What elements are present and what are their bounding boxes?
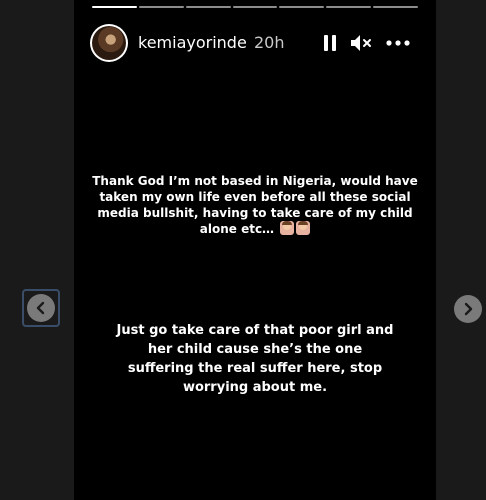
text-line: media bullshit, having to take care of m… <box>97 206 413 220</box>
facepalm-emoji-icon <box>280 221 295 235</box>
more-horizontal-icon[interactable] <box>386 40 410 46</box>
avatar[interactable] <box>90 24 128 62</box>
progress-segment <box>138 6 184 8</box>
pause-icon[interactable] <box>324 35 336 51</box>
chevron-left-icon <box>27 294 55 322</box>
story-controls <box>324 33 410 53</box>
progress-segment <box>185 6 231 8</box>
progress-segment <box>279 6 325 8</box>
story-header: kemiayorinde 20h <box>90 24 420 62</box>
story-text-2: Just go take care of that poor girl and … <box>74 321 436 397</box>
previous-story-button[interactable] <box>22 289 60 327</box>
text-line: her child cause she’s the one <box>147 342 363 357</box>
text-line: alone etc… <box>74 221 436 237</box>
text-line-content: alone etc… <box>199 222 275 236</box>
text-line: suffering the real suffer here, stop <box>127 361 383 376</box>
chevron-right-icon <box>454 295 482 323</box>
progress-segment <box>326 6 372 8</box>
text-line: worrying about me. <box>182 380 328 395</box>
progress-segment <box>232 6 278 8</box>
avatar-image <box>92 26 126 60</box>
text-line: taken my own life even before all these … <box>99 190 411 204</box>
story-text-1: Thank God I’m not based in Nigeria, woul… <box>74 173 436 237</box>
facepalm-emoji-icon <box>296 221 311 235</box>
text-line: Just go take care of that poor girl and <box>116 323 394 338</box>
post-time: 20h <box>254 33 285 52</box>
text-line: Thank God I’m not based in Nigeria, woul… <box>92 174 418 188</box>
story-frame[interactable] <box>74 0 436 500</box>
progress-segment <box>92 6 137 8</box>
username-link[interactable]: kemiayorinde <box>138 33 247 52</box>
next-story-button[interactable] <box>453 294 483 324</box>
story-progress-bar <box>92 6 419 9</box>
progress-segment <box>373 6 419 8</box>
speaker-muted-icon[interactable] <box>350 34 372 52</box>
